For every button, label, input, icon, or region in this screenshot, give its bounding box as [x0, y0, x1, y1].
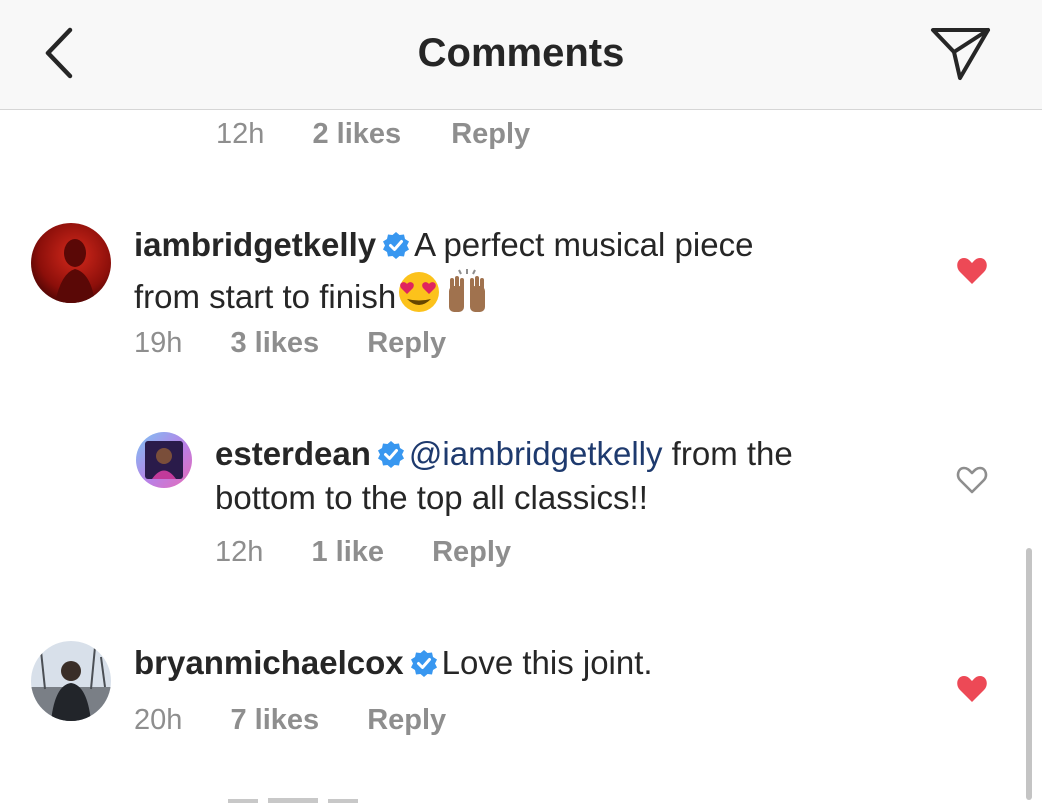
likes-count[interactable]: 7 likes — [230, 704, 319, 737]
avatar[interactable] — [31, 641, 111, 721]
verified-badge-icon — [377, 436, 405, 477]
heart-outline-icon — [956, 466, 988, 494]
avatar[interactable] — [31, 223, 111, 303]
comment-meta: 12h 1 like Reply — [215, 536, 511, 569]
reply-button[interactable]: Reply — [432, 536, 511, 569]
mention-link[interactable]: @iambridgetkelly — [409, 435, 663, 472]
comment-time: 19h — [134, 327, 183, 359]
scrollbar[interactable] — [1026, 548, 1032, 800]
comment-username[interactable]: bryanmichaelcox — [134, 644, 404, 681]
comment-text-line1: Love this joint. — [441, 644, 653, 681]
likes-count[interactable]: 3 likes — [230, 327, 319, 360]
paper-plane-icon — [931, 28, 990, 80]
comment-text-line2: bottom to the top all classics!! — [215, 479, 648, 516]
page-title: Comments — [417, 31, 625, 75]
comment-body: iambridgetkelly A perfect musical piece f… — [134, 224, 894, 323]
comment-meta: 12h 2 likes Reply — [216, 118, 530, 151]
like-button[interactable] — [956, 256, 988, 291]
heart-filled-icon — [957, 258, 987, 284]
heart-eyes-emoji — [396, 270, 442, 323]
comment-time: 12h — [216, 118, 265, 150]
comment-text-line2: from start to finish — [134, 278, 397, 315]
comment-meta: 20h 7 likes Reply — [134, 704, 446, 737]
comment-time: 20h — [134, 704, 183, 736]
likes-count[interactable]: 1 like — [311, 536, 384, 569]
likes-count[interactable]: 2 likes — [312, 118, 401, 151]
verified-badge-icon — [410, 645, 438, 686]
comment-body: bryanmichaelcox Love this joint. — [134, 642, 894, 686]
comment-body: esterdean @iambridgetkelly from the botto… — [215, 433, 935, 518]
comment-text-line1: from the — [662, 435, 793, 472]
reply-button[interactable]: Reply — [451, 118, 530, 151]
comment-time: 12h — [215, 536, 264, 568]
header-bar: Comments — [0, 0, 1042, 110]
comment-username[interactable]: iambridgetkelly — [134, 226, 376, 263]
verified-badge-icon — [382, 227, 410, 268]
like-button[interactable] — [956, 674, 988, 709]
comment-username[interactable]: esterdean — [215, 435, 371, 472]
comment-text-line1: A perfect musical piece — [414, 226, 754, 263]
comment-meta: 19h 3 likes Reply — [134, 327, 446, 360]
raising-hands-emoji — [442, 268, 492, 323]
reply-button[interactable]: Reply — [367, 704, 446, 737]
share-button[interactable] — [928, 24, 992, 84]
heart-filled-icon — [957, 676, 987, 702]
next-comment-cutoff — [228, 790, 368, 803]
reply-button[interactable]: Reply — [367, 327, 446, 360]
like-button[interactable] — [956, 465, 988, 500]
avatar[interactable] — [136, 432, 192, 488]
